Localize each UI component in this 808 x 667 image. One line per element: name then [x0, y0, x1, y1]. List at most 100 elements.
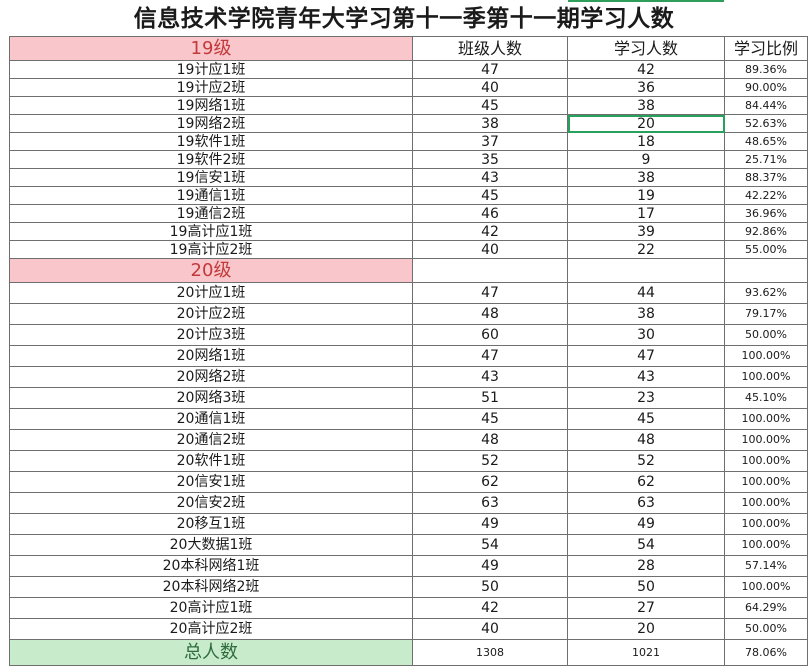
class-name-cell[interactable]: 20网络2班: [9, 366, 413, 388]
class-total-cell[interactable]: 45: [412, 96, 568, 115]
class-total-cell[interactable]: 50: [412, 576, 568, 598]
class-total-cell[interactable]: 40: [412, 78, 568, 97]
study-count-header[interactable]: 学习人数: [567, 36, 725, 61]
empty-cell[interactable]: [412, 258, 568, 283]
class-name-cell[interactable]: 20高计应2班: [9, 618, 413, 640]
class-studied-cell[interactable]: 63: [567, 492, 725, 514]
class-total-cell[interactable]: 63: [412, 492, 568, 514]
class-studied-cell[interactable]: 36: [567, 78, 725, 97]
class-ratio-cell[interactable]: 100.00%: [724, 534, 808, 556]
class-total-cell[interactable]: 49: [412, 513, 568, 535]
class-ratio-cell[interactable]: 100.00%: [724, 429, 808, 451]
grade-19-header[interactable]: 19级: [9, 36, 413, 61]
class-studied-cell[interactable]: 28: [567, 555, 725, 577]
class-studied-cell[interactable]: 49: [567, 513, 725, 535]
class-studied-cell[interactable]: 62: [567, 471, 725, 493]
class-studied-cell[interactable]: 38: [567, 168, 725, 187]
class-name-cell[interactable]: 20本科网络1班: [9, 555, 413, 577]
class-total-cell[interactable]: 46: [412, 204, 568, 223]
empty-cell[interactable]: [567, 258, 725, 283]
class-total-cell[interactable]: 35: [412, 150, 568, 169]
class-ratio-cell[interactable]: 88.37%: [724, 168, 808, 187]
class-studied-cell[interactable]: 30: [567, 324, 725, 346]
class-studied-cell[interactable]: 9: [567, 150, 725, 169]
class-total-cell[interactable]: 43: [412, 366, 568, 388]
class-name-cell[interactable]: 20高计应1班: [9, 597, 413, 619]
class-name-cell[interactable]: 20网络3班: [9, 387, 413, 409]
class-name-cell[interactable]: 19软件1班: [9, 132, 413, 151]
class-name-cell[interactable]: 20大数据1班: [9, 534, 413, 556]
class-total-cell[interactable]: 42: [412, 222, 568, 241]
class-total-cell[interactable]: 49: [412, 555, 568, 577]
class-name-cell[interactable]: 20通信2班: [9, 429, 413, 451]
class-total-cell[interactable]: 42: [412, 597, 568, 619]
class-studied-cell[interactable]: 47: [567, 345, 725, 367]
class-studied-cell[interactable]: 38: [567, 303, 725, 325]
class-ratio-cell[interactable]: 79.17%: [724, 303, 808, 325]
class-ratio-cell[interactable]: 25.71%: [724, 150, 808, 169]
class-ratio-cell[interactable]: 90.00%: [724, 78, 808, 97]
class-total-cell[interactable]: 47: [412, 60, 568, 79]
class-total-cell[interactable]: 47: [412, 282, 568, 304]
class-ratio-cell[interactable]: 52.63%: [724, 114, 808, 133]
class-total-cell[interactable]: 51: [412, 387, 568, 409]
class-total-cell[interactable]: 48: [412, 429, 568, 451]
class-ratio-cell[interactable]: 64.29%: [724, 597, 808, 619]
class-name-cell[interactable]: 20移互1班: [9, 513, 413, 535]
class-name-cell[interactable]: 20计应3班: [9, 324, 413, 346]
class-name-cell[interactable]: 20软件1班: [9, 450, 413, 472]
class-total-cell[interactable]: 40: [412, 240, 568, 259]
class-studied-cell[interactable]: 54: [567, 534, 725, 556]
class-studied-cell[interactable]: 39: [567, 222, 725, 241]
class-ratio-cell[interactable]: 50.00%: [724, 324, 808, 346]
class-ratio-cell[interactable]: 42.22%: [724, 186, 808, 205]
class-ratio-cell[interactable]: 50.00%: [724, 618, 808, 640]
class-ratio-cell[interactable]: 89.36%: [724, 60, 808, 79]
class-name-cell[interactable]: 20通信1班: [9, 408, 413, 430]
class-total-cell[interactable]: 37: [412, 132, 568, 151]
class-ratio-cell[interactable]: 84.44%: [724, 96, 808, 115]
study-ratio-header[interactable]: 学习比例: [724, 36, 808, 61]
class-studied-cell[interactable]: 22: [567, 240, 725, 259]
total-ratio-cell[interactable]: 78.06%: [724, 639, 808, 666]
class-studied-cell[interactable]: 42: [567, 60, 725, 79]
class-studied-cell[interactable]: 27: [567, 597, 725, 619]
class-name-cell[interactable]: 20本科网络2班: [9, 576, 413, 598]
class-studied-cell[interactable]: 18: [567, 132, 725, 151]
class-studied-cell[interactable]: 23: [567, 387, 725, 409]
class-count-header[interactable]: 班级人数: [412, 36, 568, 61]
class-ratio-cell[interactable]: 100.00%: [724, 366, 808, 388]
class-studied-cell[interactable]: 19: [567, 186, 725, 205]
class-total-cell[interactable]: 43: [412, 168, 568, 187]
class-ratio-cell[interactable]: 93.62%: [724, 282, 808, 304]
class-name-cell[interactable]: 20信安2班: [9, 492, 413, 514]
class-name-cell[interactable]: 19软件2班: [9, 150, 413, 169]
class-name-cell[interactable]: 19网络2班: [9, 114, 413, 133]
class-total-cell[interactable]: 52: [412, 450, 568, 472]
class-name-cell[interactable]: 19信安1班: [9, 168, 413, 187]
class-total-cell[interactable]: 54: [412, 534, 568, 556]
class-total-cell[interactable]: 40: [412, 618, 568, 640]
class-name-cell[interactable]: 19高计应2班: [9, 240, 413, 259]
class-ratio-cell[interactable]: 92.86%: [724, 222, 808, 241]
class-ratio-cell[interactable]: 100.00%: [724, 345, 808, 367]
class-total-cell[interactable]: 48: [412, 303, 568, 325]
class-studied-cell[interactable]: 44: [567, 282, 725, 304]
class-name-cell[interactable]: 19计应1班: [9, 60, 413, 79]
class-studied-cell[interactable]: 48: [567, 429, 725, 451]
total-label-cell[interactable]: 总人数: [9, 639, 413, 666]
class-name-cell[interactable]: 19通信2班: [9, 204, 413, 223]
class-ratio-cell[interactable]: 55.00%: [724, 240, 808, 259]
class-studied-cell[interactable]: 52: [567, 450, 725, 472]
class-total-cell[interactable]: 45: [412, 186, 568, 205]
class-ratio-cell[interactable]: 45.10%: [724, 387, 808, 409]
class-name-cell[interactable]: 20计应1班: [9, 282, 413, 304]
class-total-cell[interactable]: 62: [412, 471, 568, 493]
class-ratio-cell[interactable]: 100.00%: [724, 576, 808, 598]
class-studied-cell[interactable]: 38: [567, 96, 725, 115]
class-ratio-cell[interactable]: 100.00%: [724, 450, 808, 472]
class-total-cell[interactable]: 38: [412, 114, 568, 133]
class-studied-cell[interactable]: 50: [567, 576, 725, 598]
class-name-cell[interactable]: 20网络1班: [9, 345, 413, 367]
class-studied-cell[interactable]: 43: [567, 366, 725, 388]
